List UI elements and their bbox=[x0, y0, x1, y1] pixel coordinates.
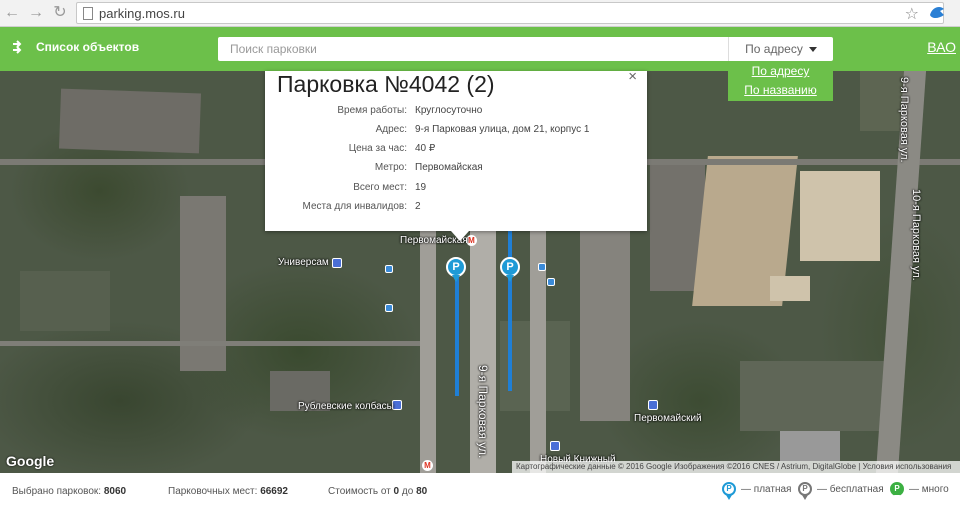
reload-icon[interactable]: ↻ bbox=[50, 3, 70, 23]
search-mode-menu: По адресу По названию bbox=[728, 61, 833, 101]
building bbox=[780, 431, 840, 461]
parking-line[interactable] bbox=[455, 271, 459, 396]
places-count: Парковочных мест: 66692 bbox=[168, 486, 288, 497]
popup-row: Время работы: Круглосуточно bbox=[265, 105, 647, 124]
close-icon[interactable]: × bbox=[628, 68, 637, 85]
pin-free-icon: P bbox=[798, 482, 812, 500]
metro-icon: M bbox=[422, 460, 433, 471]
objects-list-button[interactable]: Список объектов bbox=[12, 40, 139, 54]
row-label: Время работы: bbox=[337, 105, 407, 116]
page-icon bbox=[83, 7, 93, 20]
bus-stop-icon[interactable] bbox=[547, 278, 555, 286]
row-label: Метро: bbox=[374, 162, 407, 173]
building bbox=[770, 276, 810, 301]
building bbox=[740, 361, 890, 431]
row-value: Круглосуточно bbox=[415, 105, 483, 116]
row-label: Всего мест: bbox=[353, 182, 407, 193]
popup-row: Места для инвалидов: 2 bbox=[265, 201, 647, 220]
building bbox=[800, 171, 880, 261]
extension-icon[interactable] bbox=[928, 5, 946, 19]
district-link[interactable]: ВАО bbox=[927, 39, 956, 55]
street-label-9: 9-я Парковая ул. bbox=[476, 365, 490, 459]
map-label-rublevskie: Рублевские колбасы bbox=[298, 401, 394, 412]
row-label: Адрес: bbox=[375, 124, 407, 135]
road bbox=[0, 341, 420, 346]
selected-count: Выбрано парковок: 8060 bbox=[12, 486, 126, 497]
pin-paid-icon: P bbox=[722, 482, 736, 500]
legend-free: P — бесплатная bbox=[798, 482, 884, 500]
parking-pin-paid[interactable]: P bbox=[446, 257, 466, 282]
selected-value: 8060 bbox=[103, 486, 127, 497]
places-value: 66692 bbox=[260, 486, 288, 497]
row-value: 2 bbox=[415, 201, 421, 212]
street-label-10: 10-я Парковая ул. bbox=[910, 189, 922, 281]
map-label-universam: Универсам bbox=[278, 257, 329, 268]
cost-label: Стоимость от bbox=[328, 486, 391, 497]
google-logo: Google bbox=[6, 453, 55, 469]
arrows-icon bbox=[13, 40, 22, 54]
shop-icon[interactable] bbox=[550, 441, 560, 451]
status-footer: Выбрано парковок: 8060 Парковочных мест:… bbox=[0, 473, 960, 515]
shop-icon[interactable] bbox=[332, 258, 342, 268]
row-value: 19 bbox=[415, 182, 427, 193]
shop-icon[interactable] bbox=[648, 400, 658, 410]
street-label-9-top: 9-я Парковая ул. bbox=[898, 77, 910, 163]
legend-many: P — много bbox=[890, 482, 949, 500]
bus-stop-icon[interactable] bbox=[538, 263, 546, 271]
popup-row: Адрес: 9-я Парковая улица, дом 21, корпу… bbox=[265, 124, 647, 143]
search-box bbox=[218, 37, 728, 61]
legend-label: — платная bbox=[741, 483, 792, 495]
bookmark-star-icon[interactable]: ☆ bbox=[905, 4, 919, 24]
url-text[interactable]: parking.mos.ru bbox=[99, 6, 185, 21]
forward-icon[interactable]: → bbox=[26, 3, 46, 23]
browser-toolbar: ← → ↻ parking.mos.ru ☆ bbox=[0, 0, 960, 27]
row-value: Первомайская bbox=[415, 162, 483, 173]
back-icon[interactable]: ← bbox=[2, 3, 22, 23]
bus-stop-icon[interactable] bbox=[385, 304, 393, 312]
address-bar[interactable]: parking.mos.ru ☆ bbox=[76, 2, 944, 24]
chevron-down-icon bbox=[808, 46, 817, 52]
mode-option-address[interactable]: По адресу bbox=[728, 64, 833, 78]
row-label: Места для инвалидов: bbox=[302, 201, 407, 212]
road bbox=[530, 221, 546, 473]
bus-stop-icon[interactable] bbox=[385, 265, 393, 273]
map-attribution: Картографические данные © 2016 Google Из… bbox=[512, 461, 960, 473]
cost-to-label: до bbox=[401, 486, 414, 497]
pin-many-icon: P bbox=[890, 482, 904, 500]
map-label-pervomayskiy: Первомайский bbox=[634, 413, 702, 424]
cost-to: 80 bbox=[416, 486, 428, 497]
building bbox=[20, 271, 110, 331]
search-mode-value: По адресу bbox=[745, 42, 803, 56]
selected-label: Выбрано парковок: bbox=[12, 486, 102, 497]
popup-row: Всего мест: 19 bbox=[265, 182, 647, 201]
popup-row: Метро: Первомайская bbox=[265, 162, 647, 181]
road bbox=[420, 221, 436, 473]
popup-row: Цена за час: 40 ₽ bbox=[265, 143, 647, 162]
popup-title: Парковка №4042 (2) bbox=[277, 71, 495, 97]
cost-from: 0 bbox=[393, 486, 400, 497]
row-value: 40 ₽ bbox=[415, 143, 436, 154]
parking-line[interactable] bbox=[508, 231, 512, 391]
legend-label: — бесплатная bbox=[817, 483, 884, 495]
building bbox=[580, 231, 630, 421]
parking-popup: Парковка №4042 (2) × Время работы: Кругл… bbox=[265, 68, 647, 241]
row-value: 9-я Парковая улица, дом 21, корпус 1 bbox=[415, 124, 590, 135]
legend-label: — много bbox=[909, 483, 949, 495]
places-label: Парковочных мест: bbox=[168, 486, 258, 497]
building bbox=[58, 88, 202, 154]
objects-list-label: Список объектов bbox=[36, 40, 140, 54]
row-label: Цена за час: bbox=[348, 143, 407, 154]
mode-option-name[interactable]: По названию bbox=[728, 83, 833, 97]
search-mode-dropdown[interactable]: По адресу bbox=[728, 37, 833, 61]
legend-paid: P — платная bbox=[722, 482, 792, 500]
cost-range: Стоимость от 0 до 80 bbox=[328, 486, 427, 497]
search-input[interactable] bbox=[218, 37, 728, 61]
parking-pin-paid[interactable]: P bbox=[500, 257, 520, 282]
